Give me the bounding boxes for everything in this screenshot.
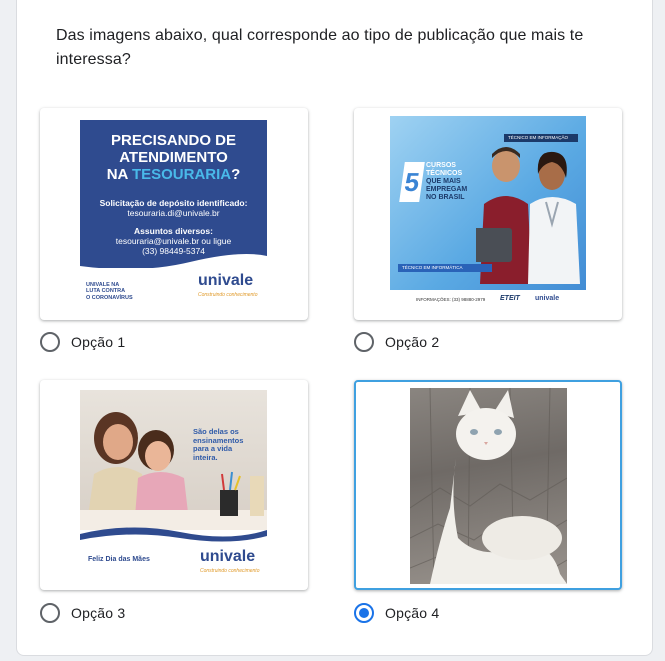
univale-tagline: Construindo conhecimento <box>198 292 258 298</box>
feliz-dia-text: Feliz Dia das Mães <box>88 556 150 563</box>
mothers-day-message: São delas os ensinamentos para a vida in… <box>193 427 244 462</box>
deposit-label: Solicitação de depósito identificado: <box>99 198 248 208</box>
option-1-radio[interactable] <box>40 332 60 352</box>
question-text: Das imagens abaixo, qual corresponde ao … <box>56 27 584 68</box>
mothers-day-poster: São delas os ensinamentos para a vida in… <box>80 390 267 577</box>
courses-poster: TÉCNICO EM INFORMAÇÃO 5 CURSOS TÉCNICOS … <box>390 116 586 312</box>
info-phone: INFORMAÇÕES: (33) 98880-2979 <box>416 297 486 302</box>
course-badge: TÉCNICO EM INFORMAÇÃO <box>504 134 578 142</box>
option-3-radio[interactable] <box>40 603 60 623</box>
wave-decoration <box>80 527 267 546</box>
students-illustration <box>476 147 580 284</box>
option-4-image[interactable] <box>354 380 622 590</box>
option-1-label[interactable]: Opção 1 <box>71 334 125 350</box>
other-label: Assuntos diversos: <box>134 226 213 236</box>
option-3-image[interactable]: São delas os ensinamentos para a vida in… <box>40 380 308 590</box>
poster-title: PRECISANDO DE ATENDIMENTO NA TESOURARIA? <box>106 132 241 183</box>
eteit-logo: ETEIT <box>500 295 520 302</box>
course-strip: TÉCNICO EM INFORMÁTICA <box>398 264 492 272</box>
other-contact: tesouraria@univale.br ou ligue <box>115 236 232 246</box>
option-2-radio[interactable] <box>354 332 374 352</box>
poster-footer: INFORMAÇÕES: (33) 98880-2979 ETEIT univa… <box>390 290 586 312</box>
five-number: 5 <box>399 162 425 202</box>
univale-logo: univale <box>200 548 256 565</box>
courses-text: CURSOS TÉCNICOS QUE MAIS EMPREGAM NO BRA… <box>426 162 468 201</box>
option-4-label[interactable]: Opção 4 <box>385 605 439 621</box>
univale-logo: univale <box>535 295 560 302</box>
tesouraria-poster: PRECISANDO DE ATENDIMENTO NA TESOURARIA?… <box>80 120 267 306</box>
cat-photo <box>410 388 567 584</box>
univale-logo: univale <box>198 272 254 289</box>
option-3-label[interactable]: Opção 3 <box>71 605 125 621</box>
option-4-radio[interactable] <box>354 603 374 623</box>
corona-text: UNIVALE NA LUTA CONTRA O CORONAVÍRUS <box>86 281 133 301</box>
option-2-image[interactable]: TÉCNICO EM INFORMAÇÃO 5 CURSOS TÉCNICOS … <box>354 108 622 320</box>
deposit-email: tesouraria.di@univale.br <box>127 208 220 218</box>
option-2-label[interactable]: Opção 2 <box>385 334 439 350</box>
option-1-image[interactable]: PRECISANDO DE ATENDIMENTO NA TESOURARIA?… <box>40 108 308 320</box>
univale-tagline: Construindo conhecimento <box>200 568 260 574</box>
poster-footer: UNIVALE NA LUTA CONTRA O CORONAVÍRUS uni… <box>80 268 267 306</box>
